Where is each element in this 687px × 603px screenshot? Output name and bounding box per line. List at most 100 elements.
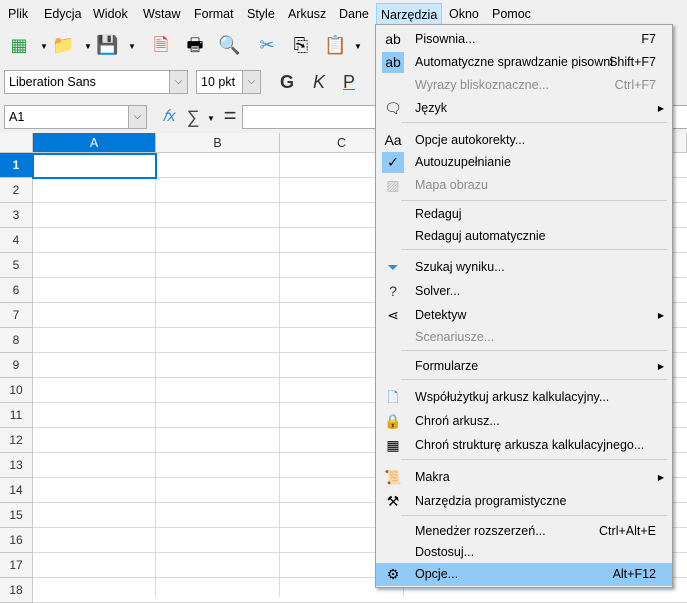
menu-item[interactable]: ab Pisownia... F7 (376, 28, 672, 51)
cut-icon[interactable]: ✂ (256, 34, 278, 56)
selected-cell-a1[interactable] (32, 153, 157, 179)
row-header[interactable]: 5 (0, 253, 33, 278)
menu-separator (401, 122, 667, 123)
menu-item[interactable]: ab Automatyczne sprawdzanie pisowni Shift+… (376, 51, 672, 74)
menu-item-shortcut: Ctrl+F7 (614, 78, 656, 92)
menu-item[interactable]: 🗋 Współużytkuj arkusz kalkulacyjny... (376, 386, 672, 409)
menu-10[interactable]: Pomoc (488, 3, 535, 25)
copy-icon[interactable]: ⎘ (290, 34, 312, 56)
row-header[interactable]: 13 (0, 453, 33, 478)
menu-1[interactable]: Edycja (40, 3, 86, 25)
menu-item-label: Dostosuj... (415, 545, 475, 559)
language-icon: 🗨 (384, 100, 402, 116)
menu-item[interactable]: Wyrazy bliskoznaczne... Ctrl+F7 (376, 74, 672, 97)
menu-6[interactable]: Arkusz (284, 3, 330, 25)
autospell-icon: ab (382, 52, 404, 73)
menu-item[interactable]: ⚙ Opcje... Alt+F12 (376, 563, 672, 586)
menu-2[interactable]: Widok (89, 3, 132, 25)
row-header[interactable]: 3 (0, 203, 33, 228)
font-name-combo[interactable]: Liberation Sans ⌵ (4, 70, 188, 94)
open-folder-icon[interactable]: 📁 (52, 34, 74, 56)
menu-item-label: Detektyw (415, 308, 467, 322)
row-header[interactable]: 11 (0, 403, 33, 428)
menu-item[interactable]: Menedżer rozszerzeń... Ctrl+Alt+E (376, 520, 672, 543)
menu-item[interactable]: Scenariusze... (376, 326, 672, 349)
formula-icon[interactable]: = (219, 105, 241, 127)
menu-item[interactable]: Dostosuj... (376, 541, 672, 564)
sum-icon[interactable]: ∑ (182, 106, 204, 128)
menu-item[interactable]: ✓ Autouzupełnianie (376, 151, 672, 174)
italic-button[interactable]: K (308, 71, 330, 93)
menu-item[interactable]: ▦ Chroń strukturę arkusza kalkulacyjnego.… (376, 434, 672, 457)
chevron-down-icon[interactable]: ▼ (354, 42, 362, 51)
submenu-arrow-icon: ▶ (657, 104, 664, 113)
row-header[interactable]: 18 (0, 578, 33, 603)
save-icon[interactable]: 💾 (96, 34, 118, 56)
new-spreadsheet-icon[interactable]: ▦ (8, 34, 30, 56)
menu-item[interactable]: ⏷ Szukaj wyniku... (376, 256, 672, 279)
row-header[interactable]: 2 (0, 178, 33, 203)
bold-button[interactable]: G (276, 71, 298, 93)
menu-4[interactable]: Format (190, 3, 238, 25)
name-box[interactable]: A1 ⌵ (4, 105, 147, 129)
grid-line (279, 153, 280, 597)
chevron-down-icon[interactable]: ⌵ (128, 106, 146, 128)
row-header[interactable]: 14 (0, 478, 33, 503)
menu-item[interactable]: 🔒 Chroń arkusz... (376, 410, 672, 433)
developer-tools-icon: ⚒ (386, 493, 400, 509)
autocorrect-icon: Aa (384, 132, 402, 148)
menu-7[interactable]: Dane (335, 3, 373, 25)
menu-item-shortcut: Shift+F7 (609, 55, 656, 69)
chevron-down-icon[interactable]: ▼ (84, 42, 92, 51)
menu-8[interactable]: Narzędzia (376, 3, 443, 25)
row-header[interactable]: 8 (0, 328, 33, 353)
font-size-combo[interactable]: 10 pkt ⌵ (196, 70, 261, 94)
share-icon: 🗋 (387, 389, 399, 405)
chevron-down-icon[interactable]: ▼ (207, 114, 215, 123)
print-icon[interactable]: 🖶 (184, 34, 206, 56)
chevron-down-icon[interactable]: ⌵ (169, 71, 187, 93)
row-header[interactable]: 4 (0, 228, 33, 253)
row-header[interactable]: 17 (0, 553, 33, 578)
row-header[interactable]: 16 (0, 528, 33, 553)
menu-item[interactable]: Formularze ▶ (376, 355, 672, 378)
menu-item[interactable]: ? Solver... (376, 280, 672, 303)
menu-item-label: Opcje autokorekty... (415, 133, 526, 147)
print-preview-icon[interactable]: 🔍 (218, 34, 240, 56)
underline-button[interactable]: P (338, 71, 360, 93)
column-header[interactable]: A (33, 133, 156, 153)
row-header[interactable]: 1 (0, 153, 33, 178)
menu-item[interactable]: ▨ Mapa obrazu (376, 174, 672, 197)
menu-item[interactable]: 🗨 Język ▶ (376, 97, 672, 120)
menu-9[interactable]: Okno (445, 3, 483, 25)
export-pdf-icon[interactable]: 🗎 (150, 34, 172, 56)
chevron-down-icon[interactable]: ▼ (40, 42, 48, 51)
menu-5[interactable]: Style (243, 3, 279, 25)
row-header[interactable]: 12 (0, 428, 33, 453)
chevron-down-icon[interactable]: ▼ (128, 42, 136, 51)
menu-3[interactable]: Wstaw (139, 3, 185, 25)
row-header[interactable]: 15 (0, 503, 33, 528)
menu-item[interactable]: 📜 Makra ▶ (376, 466, 672, 489)
column-header[interactable]: B (156, 133, 280, 153)
select-all-corner[interactable] (0, 133, 33, 153)
paste-icon[interactable]: 📋 (324, 34, 346, 56)
menu-item[interactable]: ⋖ Detektyw ▶ (376, 304, 672, 327)
menu-item[interactable]: Redaguj (376, 203, 672, 226)
row-header[interactable]: 6 (0, 278, 33, 303)
submenu-arrow-icon: ▶ (657, 473, 664, 482)
menu-item-label: Redaguj automatycznie (415, 229, 546, 243)
row-header[interactable]: 7 (0, 303, 33, 328)
font-name-value: Liberation Sans (9, 75, 96, 89)
menu-item[interactable]: Redaguj automatycznie (376, 225, 672, 248)
menu-item[interactable]: ⚒ Narzędzia programistyczne (376, 490, 672, 513)
menu-0[interactable]: Plik (4, 3, 32, 25)
chevron-down-icon[interactable]: ⌵ (242, 71, 260, 93)
submenu-arrow-icon: ▶ (657, 362, 664, 371)
row-header[interactable]: 9 (0, 353, 33, 378)
row-header[interactable]: 10 (0, 378, 33, 403)
submenu-arrow-icon: ▶ (657, 311, 664, 320)
function-wizard-icon[interactable]: 𝑓x (158, 106, 180, 128)
menu-item-label: Chroń strukturę arkusza kalkulacyjnego..… (415, 438, 645, 452)
menu-item[interactable]: Aa Opcje autokorekty... (376, 129, 672, 152)
